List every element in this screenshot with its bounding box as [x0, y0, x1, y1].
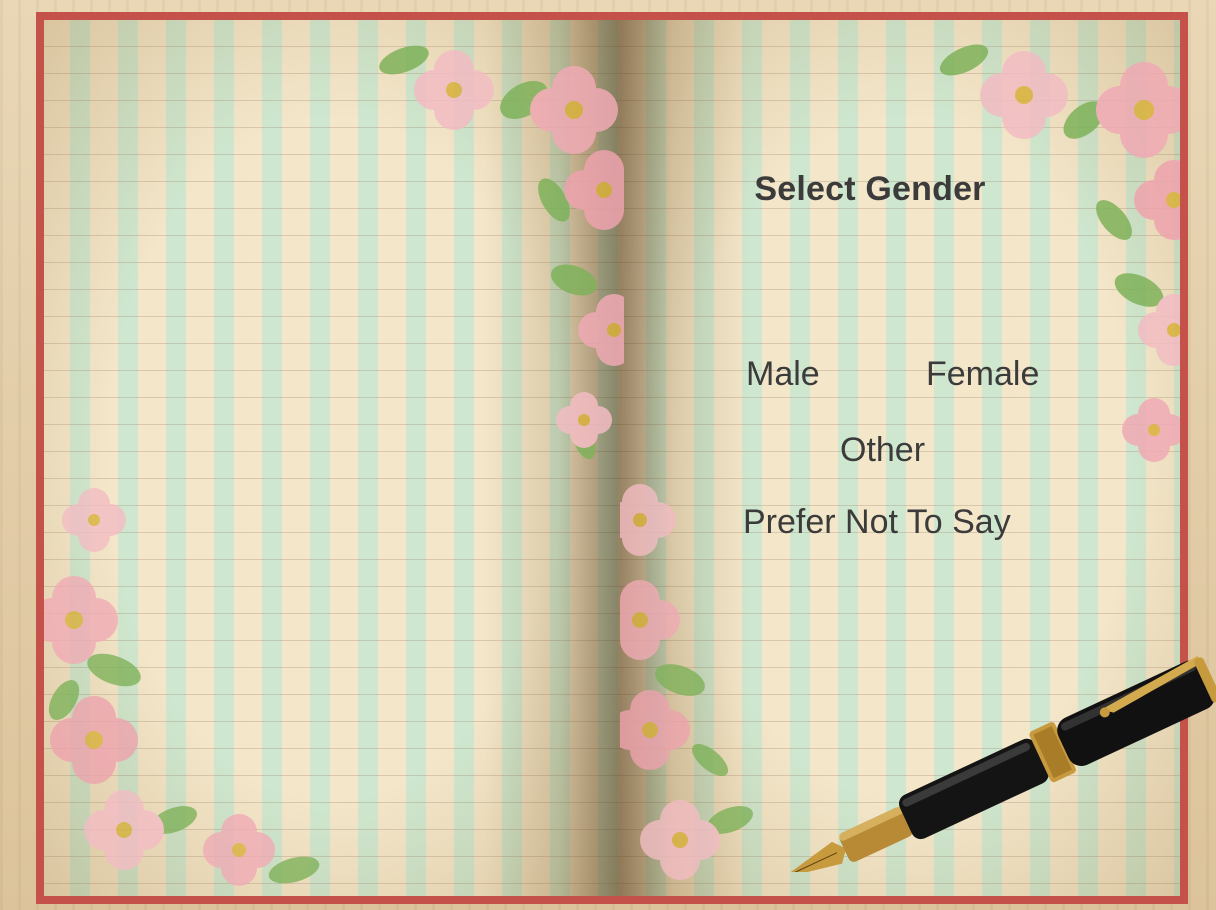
game-screen: Select Gender Male Female Other Prefer N…: [0, 0, 1216, 910]
gender-option-female[interactable]: Female: [926, 355, 1039, 394]
gender-option-other[interactable]: Other: [840, 431, 925, 470]
gender-option-male[interactable]: Male: [746, 355, 820, 394]
select-gender-title: Select Gender: [754, 170, 986, 208]
gender-option-prefer-not-to-say[interactable]: Prefer Not To Say: [743, 503, 1011, 542]
left-page: [44, 20, 620, 896]
open-journal: [36, 12, 1188, 904]
